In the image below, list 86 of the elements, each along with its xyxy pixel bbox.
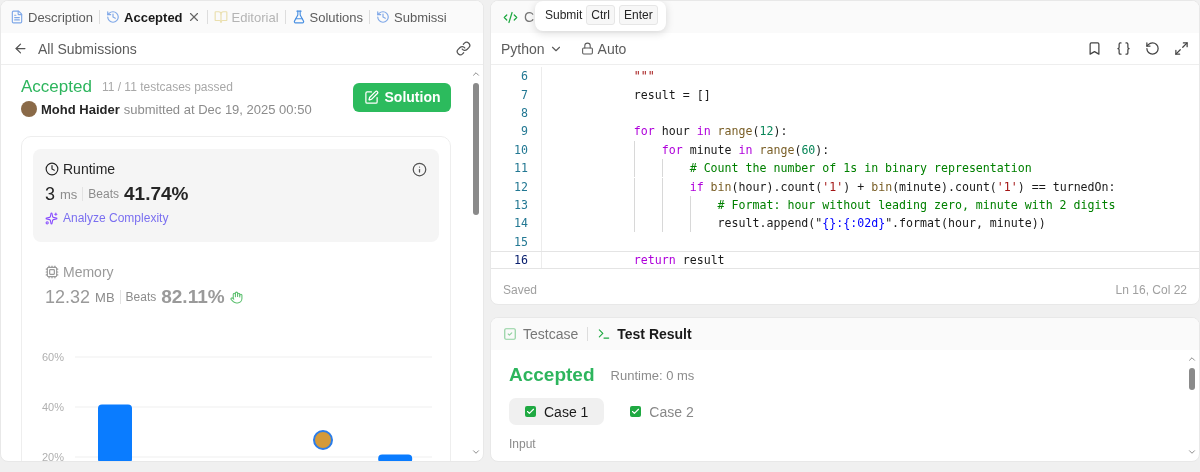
submitted-date: submitted at Dec 19, 2025 00:50 <box>123 101 312 117</box>
mode-select[interactable]: Auto <box>580 40 627 57</box>
tooltip-label: Submit <box>545 8 583 22</box>
history-icon <box>376 10 390 24</box>
code-tab[interactable]: C <box>495 9 543 25</box>
code-line: return result <box>632 253 725 268</box>
reset-icon[interactable] <box>1145 41 1160 56</box>
input-label: Input <box>509 437 537 451</box>
hand-icon <box>229 290 243 304</box>
edit-icon <box>363 89 379 105</box>
expand-icon[interactable] <box>1174 41 1189 56</box>
tab[interactable]: Testcase <box>495 326 587 342</box>
chart-bar <box>98 404 132 461</box>
code-icon <box>503 9 518 25</box>
code-line: if bin(hour).count('1') + bin(minute).count('1') == turnedOn: <box>578 179 1116 194</box>
checkbox-icon <box>503 327 517 341</box>
braces-icon[interactable] <box>1116 41 1131 56</box>
line-number: 15 <box>513 234 528 249</box>
metric-value: 3 <box>45 183 55 205</box>
line-number: 11 <box>513 161 528 176</box>
metric-title: Memory <box>63 264 114 280</box>
submission-status: Accepted <box>21 77 92 97</box>
cursor-position: Ln 16, Col 22 <box>1115 283 1187 297</box>
line-number: 7 <box>520 87 528 102</box>
code-line: result.append("{}:{:02d}".format(hour, minute)) <box>578 216 1046 231</box>
lock-icon <box>580 42 594 55</box>
chart-bar <box>378 454 413 461</box>
keyboard-key: Ctrl <box>586 5 616 25</box>
line-number: 13 <box>513 197 528 212</box>
line-number: 12 <box>513 179 528 194</box>
save-status: Saved <box>503 283 538 297</box>
avatar-icon <box>313 429 333 450</box>
clock-icon <box>45 162 59 176</box>
metric-value: 12.32 <box>45 286 91 308</box>
tab[interactable]: Accepted <box>101 1 206 33</box>
runtime-text: Runtime: 0 ms <box>610 367 695 383</box>
info-icon[interactable] <box>412 161 427 177</box>
beats-label: Beats <box>125 290 157 304</box>
beats-value: 41.74% <box>124 183 189 205</box>
beats-label: Beats <box>88 187 120 201</box>
code-line: # Format: hour without leading zero, minute with 2 digits <box>578 197 1116 212</box>
back-link[interactable]: All Submissions <box>38 40 446 57</box>
tab[interactable]: Test Result <box>589 326 700 342</box>
code-line: for hour in range(12): <box>632 124 788 139</box>
result-status: Accepted <box>509 364 595 386</box>
keyboard-key: Enter <box>619 5 658 25</box>
code-line: for minute in range(60): <box>578 142 830 157</box>
analyze-complexity-link[interactable]: Analyze Complexity <box>63 211 169 225</box>
line-number: 6 <box>520 69 528 84</box>
axis-label: 20% <box>41 451 64 461</box>
metric-title: Runtime <box>63 161 116 177</box>
chip-icon <box>45 265 59 279</box>
metric-unit: MB <box>95 289 115 305</box>
document-icon <box>10 10 24 24</box>
case-tab[interactable]: Case 1 <box>509 398 605 425</box>
line-number: 8 <box>520 105 528 120</box>
code-line: # Count the number of 1s in binary representation <box>578 161 1032 176</box>
avatar-icon <box>21 101 37 117</box>
scrollbar-thumb[interactable] <box>473 83 479 215</box>
code-line: """ <box>632 69 655 84</box>
tab[interactable]: Submissi <box>371 1 452 33</box>
metric-panel[interactable]: Runtime 3 ms Beats 41.74% Analyze Complexity <box>33 149 439 242</box>
line-number: 16 <box>513 253 528 268</box>
testcases-passed: 11 / 11 testcases passed <box>101 80 233 94</box>
history-icon <box>106 10 121 24</box>
line-number: 14 <box>513 216 528 231</box>
bookmark-icon[interactable] <box>1087 41 1102 56</box>
metric-unit: ms <box>60 186 78 202</box>
metric-panel[interactable]: Memory 12.32 MB Beats 82.11% <box>33 252 439 328</box>
axis-label: 40% <box>41 401 64 413</box>
tab[interactable]: Solutions <box>286 1 368 33</box>
scrollbar-thumb[interactable] <box>1189 368 1195 390</box>
axis-label: 60% <box>41 351 64 363</box>
book-icon <box>213 10 228 24</box>
line-number: 10 <box>513 142 528 157</box>
beats-value: 82.11% <box>161 286 225 308</box>
flask-icon <box>291 10 306 24</box>
code-line: result = [] <box>632 87 711 102</box>
language-select[interactable]: Python <box>501 40 563 57</box>
tab[interactable]: Description <box>5 1 99 33</box>
terminal-icon <box>597 327 612 341</box>
author-name[interactable]: Mohd Haider <box>41 101 120 117</box>
case-tab[interactable]: Case 2 <box>614 398 710 425</box>
sparkle-icon <box>45 211 58 225</box>
link-icon[interactable] <box>456 41 471 56</box>
line-number: 9 <box>520 124 528 139</box>
